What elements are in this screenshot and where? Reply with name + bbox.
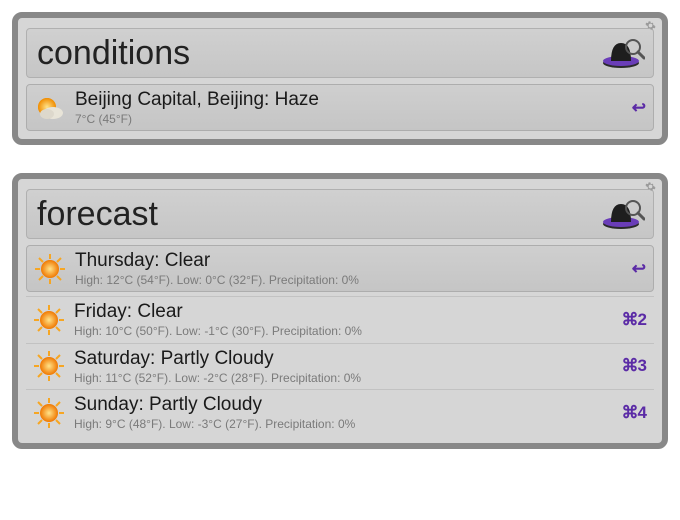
result-subtitle: 7°C (45°F) bbox=[75, 112, 622, 126]
weather-sun-icon bbox=[32, 396, 66, 430]
result-text: Sunday: Partly Cloudy High: 9°C (48°F). … bbox=[74, 394, 612, 431]
search-row bbox=[26, 189, 654, 239]
result-row[interactable]: Saturday: Partly Cloudy High: 11°C (52°F… bbox=[26, 343, 654, 389]
result-title: Saturday: Partly Cloudy bbox=[74, 348, 612, 370]
result-text: Beijing Capital, Beijing: Haze 7°C (45°F… bbox=[75, 89, 622, 126]
result-subtitle: High: 9°C (48°F). Low: -3°C (27°F). Prec… bbox=[74, 417, 612, 431]
result-text: Thursday: Clear High: 12°C (54°F). Low: … bbox=[75, 250, 622, 287]
result-title: Thursday: Clear bbox=[75, 250, 622, 272]
result-row[interactable]: Sunday: Partly Cloudy High: 9°C (48°F). … bbox=[26, 389, 654, 435]
shortcut-badge: ⌘2 bbox=[622, 310, 646, 330]
result-row[interactable]: Beijing Capital, Beijing: Haze 7°C (45°F… bbox=[26, 84, 654, 131]
alfred-logo-icon bbox=[599, 194, 645, 234]
gear-icon[interactable] bbox=[645, 20, 656, 34]
result-text: Friday: Clear High: 10°C (50°F). Low: -1… bbox=[74, 301, 612, 338]
shortcut-badge: ⌘4 bbox=[622, 403, 646, 423]
result-subtitle: High: 12°C (54°F). Low: 0°C (32°F). Prec… bbox=[75, 273, 622, 287]
gear-icon[interactable] bbox=[645, 181, 656, 195]
result-row[interactable]: Thursday: Clear High: 12°C (54°F). Low: … bbox=[26, 245, 654, 292]
result-row[interactable]: Friday: Clear High: 10°C (50°F). Low: -1… bbox=[26, 296, 654, 342]
search-row bbox=[26, 28, 654, 78]
result-title: Beijing Capital, Beijing: Haze bbox=[75, 89, 622, 111]
alfred-logo-icon bbox=[599, 33, 645, 73]
search-input[interactable] bbox=[37, 195, 599, 234]
shortcut-badge: ⌘3 bbox=[622, 356, 646, 376]
result-title: Sunday: Partly Cloudy bbox=[74, 394, 612, 416]
result-subtitle: High: 10°C (50°F). Low: -1°C (30°F). Pre… bbox=[74, 324, 612, 338]
search-input[interactable] bbox=[37, 34, 599, 73]
weather-sun-icon bbox=[32, 349, 66, 383]
alfred-panel-conditions: Beijing Capital, Beijing: Haze 7°C (45°F… bbox=[12, 12, 668, 145]
shortcut-badge: ↩ bbox=[632, 98, 645, 118]
weather-sun-icon bbox=[32, 303, 66, 337]
result-title: Friday: Clear bbox=[74, 301, 612, 323]
result-text: Saturday: Partly Cloudy High: 11°C (52°F… bbox=[74, 348, 612, 385]
alfred-panel-forecast: Thursday: Clear High: 12°C (54°F). Low: … bbox=[12, 173, 668, 449]
shortcut-badge: ↩ bbox=[632, 259, 645, 279]
result-subtitle: High: 11°C (52°F). Low: -2°C (28°F). Pre… bbox=[74, 371, 612, 385]
weather-sun-icon bbox=[33, 252, 67, 286]
weather-cloudy-icon bbox=[33, 91, 67, 125]
